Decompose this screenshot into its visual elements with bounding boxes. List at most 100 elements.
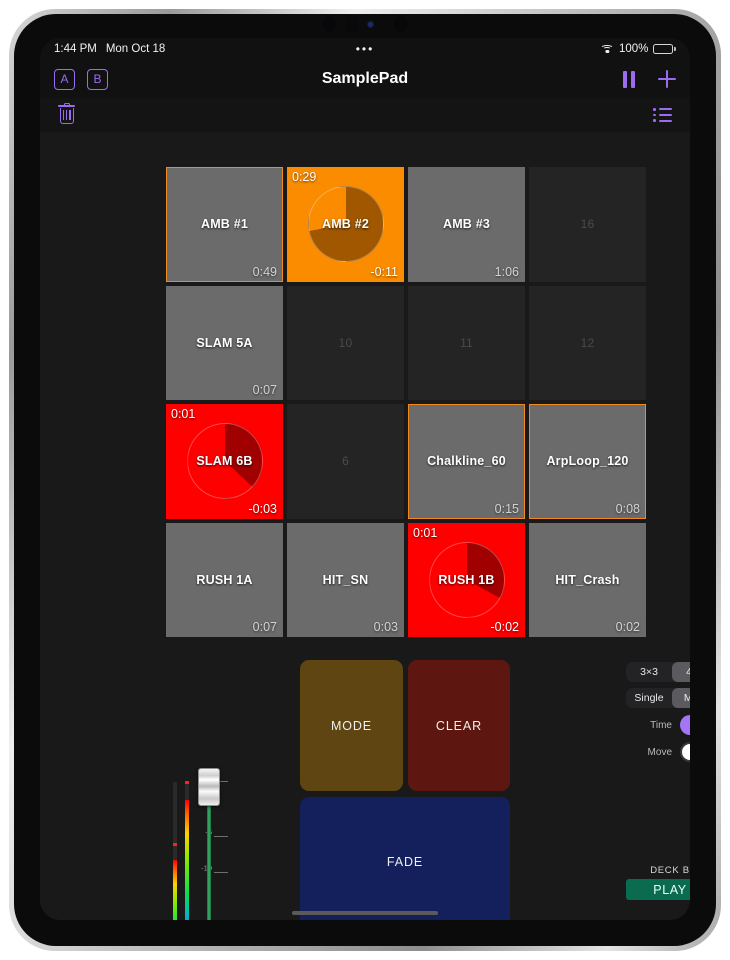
pad-remaining-time: 0:08 xyxy=(615,501,640,516)
pad-sample-name: HIT_SN xyxy=(322,572,369,587)
plus-icon[interactable] xyxy=(658,70,676,88)
pad-slot-number: 6 xyxy=(342,454,349,469)
grid-size-segmented-control: 3×3 4×4 xyxy=(626,662,690,682)
pad-6[interactable]: 10 xyxy=(287,285,404,400)
grid-size-option-4x4[interactable]: 4×4 xyxy=(672,662,690,682)
pad-8[interactable]: 12 xyxy=(529,285,646,400)
bottom-control-panel: L R ±0-5-10-20-30-40-50-∞ MODE CLEAR FAD… xyxy=(40,652,690,920)
pad-remaining-time: -0:03 xyxy=(248,501,278,516)
pad-13[interactable]: RUSH 1A 0:07 xyxy=(166,522,283,637)
pad-sample-name: AMB #3 xyxy=(442,217,491,232)
fader-tick xyxy=(214,872,228,874)
pad-slot-number: 16 xyxy=(580,217,595,232)
fader-tick xyxy=(214,835,228,837)
fade-button[interactable]: FADE xyxy=(300,797,510,920)
pad-12[interactable]: ArpLoop_120 0:08 xyxy=(529,404,646,519)
deck-b-button[interactable]: B xyxy=(87,68,108,90)
play-mode-option-multi[interactable]: Multi xyxy=(672,688,690,708)
pad-1[interactable]: AMB #1 0:49 xyxy=(166,167,283,282)
mode-button[interactable]: MODE xyxy=(300,660,403,791)
play-mode-option-single[interactable]: Single xyxy=(626,688,672,708)
pad-sample-name: Chalkline_60 xyxy=(427,454,506,469)
meter-left xyxy=(173,782,177,920)
pad-7[interactable]: 11 xyxy=(408,285,525,400)
main-stage: AMB #1 0:49 0:29 AMB #2 -0:11 AMB #3 1:06 16 SLA… xyxy=(40,132,690,920)
meter-right xyxy=(185,782,189,920)
status-time: 1:44 PM xyxy=(54,43,97,55)
pad-11[interactable]: Chalkline_60 0:15 xyxy=(408,404,525,519)
deck-a-button[interactable]: A xyxy=(54,68,75,90)
nav-left-group: A B xyxy=(54,68,108,90)
pad-elapsed-time: 0:01 xyxy=(413,525,438,540)
time-toggle-row: Time xyxy=(626,715,690,735)
peak-indicator-left xyxy=(173,842,177,846)
indicator-led-icon xyxy=(368,21,373,27)
pad-slot-number: 10 xyxy=(338,335,353,350)
app-title: SamplePad xyxy=(321,70,409,87)
sensor-dot-icon xyxy=(382,22,385,26)
status-bar-left: 1:44 PM Mon Oct 18 xyxy=(54,43,165,55)
move-toggle-label: Move xyxy=(647,746,672,758)
time-toggle-label: Time xyxy=(650,719,672,731)
pad-sample-name: HIT_Crash xyxy=(555,572,620,587)
pad-2[interactable]: 0:29 AMB #2 -0:11 xyxy=(287,167,404,282)
home-indicator xyxy=(292,911,438,915)
device-bezel: 1:44 PM Mon Oct 18 ••• 100% A B SamplePa… xyxy=(14,14,716,946)
pad-sample-name: AMB #2 xyxy=(321,217,370,232)
pad-elapsed-time: 0:01 xyxy=(171,407,196,421)
sensor-dot-icon xyxy=(345,15,359,33)
tablet-device-frame: 1:44 PM Mon Oct 18 ••• 100% A B SamplePa… xyxy=(9,9,721,951)
pad-9[interactable]: 0:01 SLAM 6B -0:03 xyxy=(166,404,283,519)
app-nav-bar: A B SamplePad xyxy=(40,60,690,98)
trash-icon[interactable] xyxy=(58,102,75,125)
move-toggle-row: Move xyxy=(626,742,690,762)
nav-right-group xyxy=(623,70,676,88)
editor-toolbar xyxy=(40,98,690,132)
pad-4[interactable]: 16 xyxy=(529,167,646,282)
battery-percent: 100% xyxy=(618,43,649,55)
pad-elapsed-time: 0:29 xyxy=(292,170,317,184)
deck-transport: DECK B PLAY xyxy=(626,865,690,900)
pad-16[interactable]: HIT_Crash 0:02 xyxy=(529,522,646,637)
pad-slot-number: 11 xyxy=(460,335,473,350)
settings-panel: 3×3 4×4 Single Multi Time Move xyxy=(626,662,690,762)
pad-remaining-time: 0:15 xyxy=(494,501,519,516)
pad-10[interactable]: 6 xyxy=(287,404,404,519)
peak-indicator-right xyxy=(185,781,189,785)
status-bar-right: 100% xyxy=(600,43,676,55)
status-date: Mon Oct 18 xyxy=(105,43,166,55)
pad-slot-number: 12 xyxy=(580,335,595,350)
pad-5[interactable]: SLAM 5A 0:07 xyxy=(166,285,283,400)
grid-size-option-3x3[interactable]: 3×3 xyxy=(626,662,672,682)
level-meters-and-fader: L R ±0-5-10-20-30-40-50-∞ xyxy=(168,765,228,920)
wifi-icon xyxy=(600,44,614,54)
front-camera-icon xyxy=(394,16,407,32)
time-toggle[interactable] xyxy=(680,715,690,735)
pad-sample-name: RUSH 1B xyxy=(438,572,495,587)
battery-full-icon xyxy=(653,44,676,54)
pad-15[interactable]: 0:01 RUSH 1B -0:02 xyxy=(408,522,525,637)
pad-sample-name: SLAM 6B xyxy=(196,454,253,469)
pad-remaining-time: 0:07 xyxy=(252,383,277,397)
pad-remaining-time: -0:11 xyxy=(370,264,398,279)
deck-label: DECK B xyxy=(650,865,690,876)
device-screen: 1:44 PM Mon Oct 18 ••• 100% A B SamplePa… xyxy=(40,38,690,920)
play-mode-segmented-control: Single Multi xyxy=(626,688,690,708)
pad-sample-name: ArpLoop_120 xyxy=(546,454,629,469)
pad-remaining-time: -0:02 xyxy=(490,620,520,634)
pause-icon[interactable] xyxy=(623,70,638,88)
pad-14[interactable]: HIT_SN 0:03 xyxy=(287,522,404,637)
pad-3[interactable]: AMB #3 1:06 xyxy=(408,167,525,282)
pad-remaining-time: 0:07 xyxy=(252,620,277,634)
fader-knob[interactable] xyxy=(198,767,220,806)
pad-remaining-time: 0:02 xyxy=(615,620,640,634)
pad-grid: AMB #1 0:49 0:29 AMB #2 -0:11 AMB #3 1:06 16 SLA… xyxy=(166,167,646,637)
list-icon[interactable] xyxy=(653,108,672,122)
pad-remaining-time: 1:06 xyxy=(494,264,519,279)
pad-sample-name: RUSH 1A xyxy=(196,572,253,587)
play-button[interactable]: PLAY xyxy=(626,879,690,900)
move-toggle[interactable] xyxy=(680,742,690,762)
clear-button[interactable]: CLEAR xyxy=(408,660,510,791)
pad-remaining-time: 0:49 xyxy=(252,264,277,279)
camera-sensor-cluster xyxy=(9,15,721,33)
